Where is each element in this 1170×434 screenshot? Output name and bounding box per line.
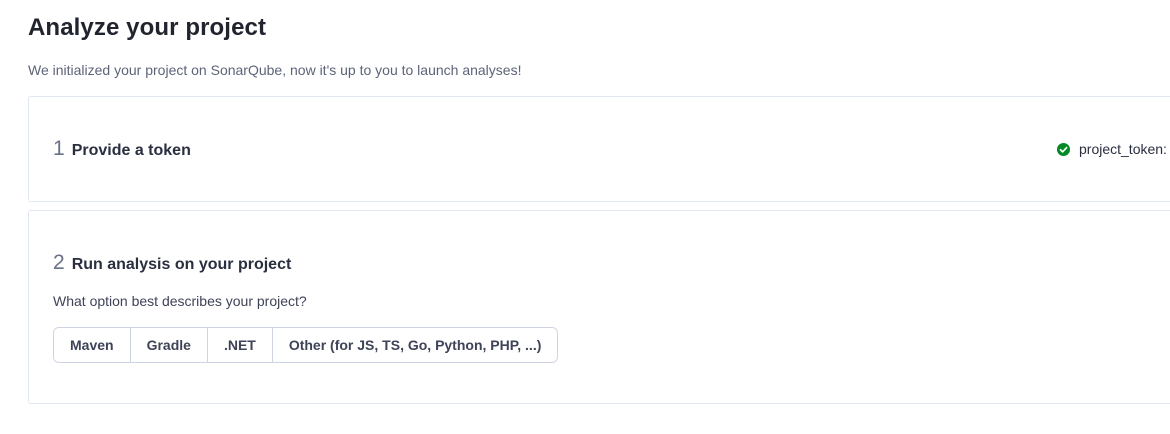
step-header: 2 Run analysis on your project [53,251,291,275]
step-header: 1 Provide a token [53,137,191,161]
step-title: Provide a token [71,142,191,159]
token-label: project_token: [1079,141,1167,157]
build-option-question: What option best describes your project? [53,293,307,309]
step-number: 2 [53,251,65,274]
build-tool-toggle-group: Maven Gradle .NET Other (for JS, TS, Go,… [53,327,559,363]
step-run-analysis-card: 2 Run analysis on your project What opti… [28,210,1170,404]
option-maven-button[interactable]: Maven [54,328,131,362]
step-number: 1 [53,137,65,160]
token-status: project_token: [1057,141,1167,157]
page-title: Analyze your project [28,14,267,41]
option-other-button[interactable]: Other (for JS, TS, Go, Python, PHP, ...) [272,328,558,362]
option-gradle-button[interactable]: Gradle [130,328,208,362]
analyze-project-page: Analyze your project We initialized your… [0,0,1170,434]
step-title: Run analysis on your project [71,256,292,273]
step-provide-token-card: 1 Provide a token project_token: [28,96,1170,202]
page-subtitle: We initialized your project on SonarQube… [28,62,522,78]
option-dotnet-button[interactable]: .NET [207,328,273,362]
check-circle-icon [1057,142,1070,156]
